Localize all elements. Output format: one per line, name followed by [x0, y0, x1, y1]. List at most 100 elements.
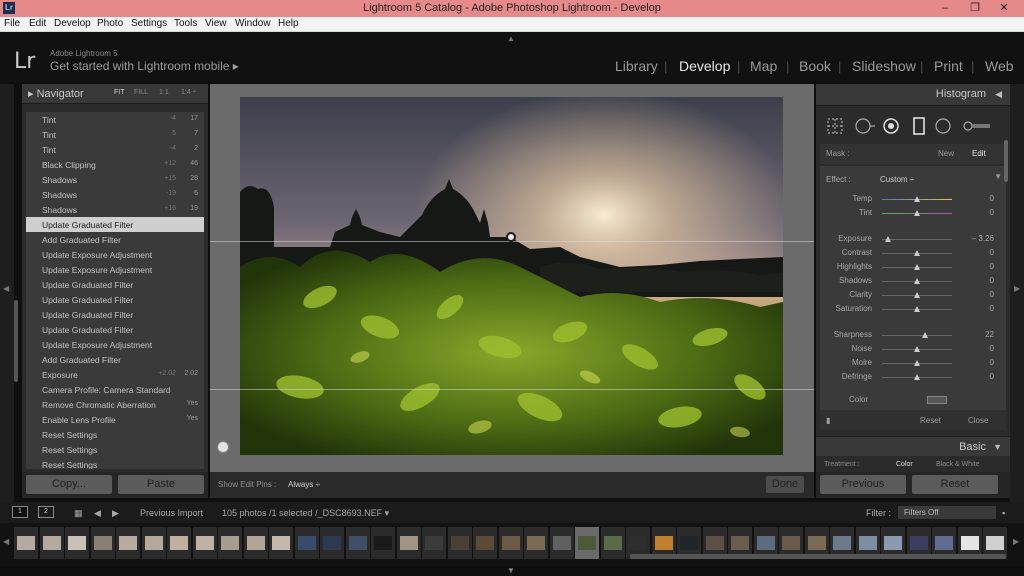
slider-moire[interactable]: Moire 0: [820, 356, 1006, 370]
filmstrip-thumbnail[interactable]: [218, 527, 242, 559]
slider-value[interactable]: 0: [960, 248, 994, 257]
radial-filter-icon[interactable]: [934, 117, 952, 135]
history-step[interactable]: Add Graduated Filter: [26, 232, 204, 247]
module-print[interactable]: Print: [934, 58, 963, 74]
module-book[interactable]: Book: [799, 58, 831, 74]
slider-value[interactable]: – 3.26: [960, 234, 994, 243]
menu-file[interactable]: File: [4, 18, 20, 29]
history-step[interactable]: Update Exposure Adjustment: [26, 337, 204, 352]
right-panel-scrollbar[interactable]: [1004, 140, 1008, 182]
history-step[interactable]: Update Graduated Filter: [26, 322, 204, 337]
filmstrip-thumbnail[interactable]: [396, 527, 421, 559]
slider-thumb[interactable]: [914, 306, 920, 312]
slider-tint[interactable]: Tint 0: [820, 206, 1006, 220]
done-button[interactable]: Done: [766, 476, 804, 493]
filmstrip-thumbnail[interactable]: [345, 527, 370, 559]
filmstrip-count[interactable]: 105 photos /1 selected /_DSC8693.NEF ▾: [222, 508, 389, 519]
zoom-fill[interactable]: FILL: [134, 89, 148, 96]
menu-window[interactable]: Window: [235, 18, 271, 29]
slider-thumb[interactable]: [914, 250, 920, 256]
slider-value[interactable]: 0: [960, 304, 994, 313]
show-edit-pins-select[interactable]: Always ÷: [288, 480, 320, 489]
lightroom-mobile-link[interactable]: Get started with Lightroom mobile ▸: [50, 59, 239, 73]
collapse-right-panel-icon[interactable]: ▶: [1014, 284, 1020, 293]
main-window-view-button[interactable]: 1: [12, 506, 28, 518]
slider-thumb[interactable]: [914, 346, 920, 352]
slider-thumb[interactable]: [914, 374, 920, 380]
filmstrip-thumbnail[interactable]: [524, 527, 548, 559]
filmstrip-thumbnail[interactable]: [422, 527, 446, 559]
slider-clarity[interactable]: Clarity 0: [820, 288, 1006, 302]
slider-noise[interactable]: Noise 0: [820, 342, 1006, 356]
close-button[interactable]: ✕: [984, 0, 1024, 17]
mask-edit-button[interactable]: Edit: [972, 149, 986, 158]
slider-exposure[interactable]: Exposure – 3.26: [820, 232, 1006, 246]
filmstrip-source[interactable]: Previous Import: [140, 508, 203, 518]
collapse-top-panel-icon[interactable]: ▲: [507, 34, 515, 43]
filter-lock-icon[interactable]: ▪: [1002, 508, 1005, 518]
graduated-filter-pin[interactable]: [506, 232, 516, 242]
history-step[interactable]: Update Exposure Adjustment: [26, 247, 204, 262]
slider-sharpness[interactable]: Sharpness 22: [820, 328, 1006, 342]
navigator-header[interactable]: ▸ Navigator FIT FILL 1:1 1:4 ÷: [22, 84, 208, 104]
copy-button[interactable]: Copy...: [26, 475, 112, 494]
history-step[interactable]: Camera Profile: Camera Standard: [26, 382, 204, 397]
basic-collapse-icon[interactable]: ▼: [993, 442, 1002, 452]
minimize-button[interactable]: –: [932, 0, 958, 17]
menu-photo[interactable]: Photo: [97, 18, 123, 29]
slider-track[interactable]: [882, 335, 952, 336]
toggle-switch-icon[interactable]: ▮: [826, 416, 830, 425]
filmstrip-thumbnail[interactable]: [243, 527, 268, 559]
history-step[interactable]: Shadows +15 28: [26, 172, 204, 187]
history-step[interactable]: Tint -4 2: [26, 142, 204, 157]
slider-thumb[interactable]: [885, 236, 892, 242]
reset-mask-button[interactable]: Reset: [920, 416, 941, 425]
menu-develop[interactable]: Develop: [54, 18, 91, 29]
zoom-1-4[interactable]: 1:4 ÷: [181, 89, 197, 96]
forward-arrow-icon[interactable]: ▶: [112, 508, 119, 519]
filmstrip-thumbnail[interactable]: [549, 527, 574, 559]
slider-defringe[interactable]: Defringe 0: [820, 370, 1006, 384]
slider-value[interactable]: 0: [960, 194, 994, 203]
paste-button[interactable]: Paste: [118, 475, 204, 494]
menu-view[interactable]: View: [205, 18, 227, 29]
reset-button[interactable]: Reset: [912, 475, 998, 494]
history-step[interactable]: Update Exposure Adjustment: [26, 262, 204, 277]
history-step[interactable]: Tint 5 7: [26, 127, 204, 142]
filmstrip-thumbnail[interactable]: [371, 527, 395, 559]
grid-view-icon[interactable]: ▦: [74, 508, 83, 519]
slider-value[interactable]: 0: [960, 344, 994, 353]
slider-thumb[interactable]: [914, 278, 920, 284]
menu-tools[interactable]: Tools: [174, 18, 197, 29]
filmstrip-thumbnail[interactable]: [575, 527, 599, 559]
crop-overlay-icon[interactable]: [826, 117, 844, 135]
slider-thumb[interactable]: [914, 292, 920, 298]
histogram-header[interactable]: Histogram ◀: [816, 84, 1010, 106]
zoom-1-1[interactable]: 1:1: [159, 89, 169, 96]
history-step[interactable]: Shadows -19 6: [26, 187, 204, 202]
history-step[interactable]: Update Graduated Filter: [26, 307, 204, 322]
graduated-filter-icon[interactable]: [910, 117, 928, 135]
history-step[interactable]: Update Graduated Filter: [26, 292, 204, 307]
edit-pin[interactable]: [217, 441, 229, 453]
basic-header[interactable]: Basic ▼: [816, 436, 1010, 456]
secondary-window-view-button[interactable]: 2: [38, 506, 54, 518]
history-step[interactable]: Black Clipping +12 46: [26, 157, 204, 172]
filmstrip-thumbnail[interactable]: [192, 527, 217, 559]
zoom-fit[interactable]: FIT: [114, 89, 125, 96]
left-panel-edge[interactable]: ◀: [0, 84, 14, 502]
filmstrip-thumbnail[interactable]: [269, 527, 293, 559]
close-mask-button[interactable]: Close: [968, 416, 988, 425]
red-eye-correction-icon[interactable]: [882, 117, 900, 135]
slider-thumb[interactable]: [914, 360, 920, 366]
filmstrip-thumbnail[interactable]: [320, 527, 344, 559]
previous-button[interactable]: Previous: [820, 475, 906, 494]
slider-value[interactable]: 0: [960, 262, 994, 271]
collapse-filmstrip-icon[interactable]: ▼: [507, 566, 515, 575]
slider-thumb[interactable]: [914, 210, 920, 216]
slider-value[interactable]: 0: [960, 372, 994, 381]
slider-thumb[interactable]: [914, 196, 920, 202]
mask-new-button[interactable]: New: [938, 149, 954, 158]
menu-settings[interactable]: Settings: [131, 18, 167, 29]
slider-highlights[interactable]: Highlights 0: [820, 260, 1006, 274]
